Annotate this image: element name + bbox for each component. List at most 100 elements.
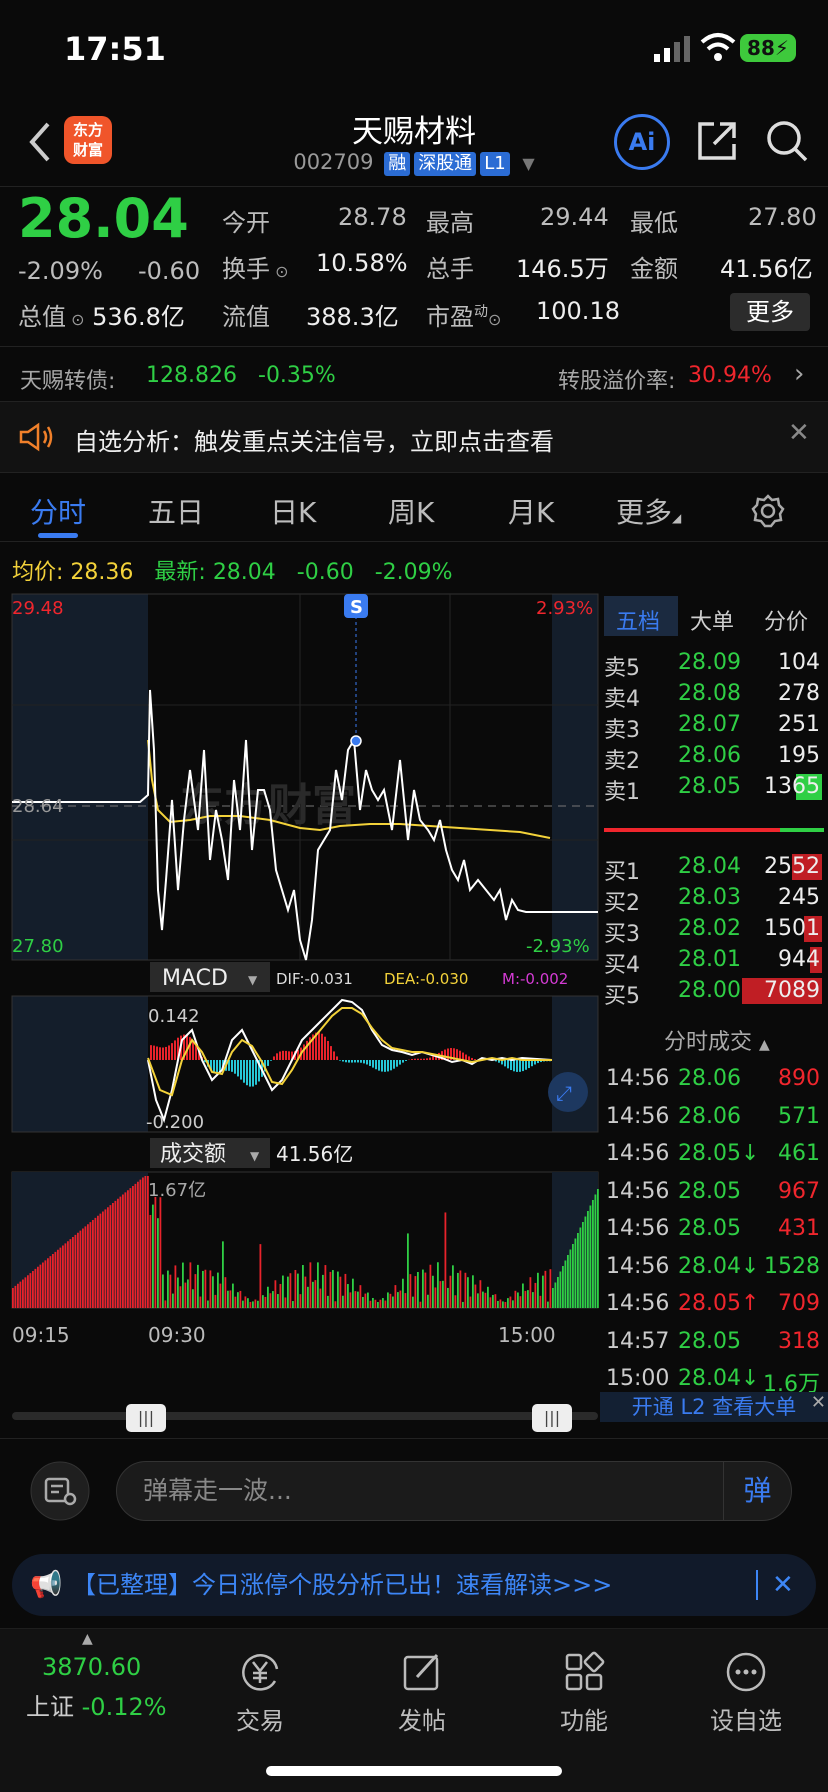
amount-bar: [569, 1249, 572, 1308]
tab-monthly[interactable]: 月K: [508, 491, 554, 531]
expand-icon: ⤢: [556, 1081, 572, 1105]
signal-label: S: [350, 597, 363, 618]
amount-bar: [184, 1282, 187, 1308]
amount-bar: [104, 1209, 107, 1308]
macd-bar: [333, 1051, 335, 1060]
danmu-settings-icon[interactable]: [30, 1461, 90, 1521]
volume-label: 总手: [426, 255, 474, 283]
amount-bar: [219, 1283, 222, 1308]
book-price: 28.00: [678, 978, 741, 1003]
ticks-title[interactable]: 分时成交 ▲: [664, 1024, 770, 1056]
ai-button[interactable]: Ai: [614, 114, 670, 170]
amount-bar: [149, 1214, 152, 1308]
low-label: 最低: [630, 209, 678, 237]
amount-bar: [174, 1265, 177, 1308]
open-value: 28.78: [338, 203, 407, 231]
amount-bar: [72, 1237, 74, 1308]
book-tab-pricedist[interactable]: 分价: [764, 604, 808, 636]
stock-code: 002709: [293, 150, 374, 174]
amount-bar: [217, 1272, 219, 1308]
macd-bar: [366, 1060, 368, 1065]
tick-row: 14:56 28.06 890: [604, 1062, 826, 1098]
range-handle-left[interactable]: |||: [126, 1404, 166, 1432]
macd-bar: [393, 1060, 395, 1069]
macd-bar: [462, 1052, 464, 1060]
macd-dea: DEA:-0.030: [384, 970, 468, 988]
axis-top-pct: 2.93%: [536, 598, 593, 619]
book-row-ask[interactable]: 卖1 28.05 1365: [604, 770, 826, 806]
nav-post[interactable]: 发帖: [362, 1629, 482, 1736]
time-range-track[interactable]: [12, 1412, 598, 1420]
amount-bar: [22, 1279, 24, 1308]
amount-bar: [64, 1243, 67, 1308]
amount-bar: [479, 1280, 482, 1308]
macd-bar: [513, 1060, 515, 1072]
danmu-input[interactable]: 弹幕走一波... 弹: [116, 1461, 792, 1521]
speaker-icon: [19, 422, 53, 452]
macd-bar: [273, 1056, 275, 1060]
signal-point[interactable]: [350, 735, 362, 747]
amount-bar: [204, 1269, 207, 1308]
macd-bar: [243, 1060, 245, 1083]
danmu-send-button[interactable]: 弹: [723, 1462, 791, 1520]
close-icon[interactable]: ✕: [772, 1554, 794, 1616]
amount-bar: [329, 1271, 332, 1308]
book-row-bid[interactable]: 买5 28.00 7089: [604, 974, 826, 1010]
mktcap-label: 总值: [18, 303, 66, 331]
tick-row: 14:56 28.06 571: [604, 1100, 826, 1136]
index-value[interactable]: 3870.60: [42, 1653, 141, 1681]
tab-intraday[interactable]: 分时: [30, 491, 86, 531]
macd-bar: [510, 1060, 512, 1071]
convertible-bond-bar[interactable]: 天赐转债: 128.826 -0.35% 转股溢价率: 30.94% ›: [0, 346, 828, 402]
book-tab-bigorder[interactable]: 大单: [690, 604, 734, 636]
promo-divider: [756, 1570, 758, 1600]
nav-trade[interactable]: 交易: [200, 1629, 320, 1736]
amount-bar: [262, 1295, 264, 1308]
nav-functions[interactable]: 功能: [524, 1629, 644, 1736]
macd-bar: [372, 1060, 374, 1068]
settings-gear-icon[interactable]: [750, 493, 786, 529]
tab-more[interactable]: 更多◢: [616, 491, 681, 531]
l2-upgrade-link[interactable]: 开通 L2 查看大单: [600, 1392, 828, 1422]
avg-label: 均价:: [12, 560, 64, 585]
promo-banner[interactable]: 📢 【已整理】今日涨停个股分析已出！速看解读>>> ✕: [12, 1554, 816, 1616]
amount-bar: [159, 1197, 162, 1308]
tick-volume: 431: [778, 1216, 820, 1241]
amount-bar: [437, 1262, 439, 1308]
share-icon[interactable]: [694, 118, 740, 164]
tick-price: 28.05: [678, 1178, 741, 1204]
tab-weekly[interactable]: 周K: [388, 491, 434, 531]
amount-bar: [87, 1224, 89, 1308]
time-axis-start: 09:15: [12, 1323, 70, 1347]
close-icon[interactable]: ✕: [788, 418, 810, 448]
close-icon[interactable]: ✕: [811, 1392, 826, 1413]
macd-bar: [303, 1044, 305, 1060]
info-icon[interactable]: ⊙: [270, 262, 288, 281]
amount-bar: [17, 1283, 19, 1308]
search-icon[interactable]: [764, 118, 810, 164]
amount-bar: [414, 1276, 417, 1308]
macd-bar: [465, 1054, 467, 1060]
macd-bar: [240, 1060, 242, 1080]
caret-down-icon: ▼: [250, 1149, 260, 1163]
intraday-chart[interactable]: 东方财富 S 29.48 28.64 27.80 2.93% -2.93% MA…: [0, 590, 600, 1420]
amount-bar: [307, 1286, 309, 1308]
more-button[interactable]: 更多: [730, 293, 810, 331]
tab-daily[interactable]: 日K: [270, 491, 316, 531]
amount-bar: [372, 1297, 374, 1308]
nav-add-watchlist[interactable]: 设自选: [686, 1629, 806, 1736]
bond-pct: -0.35%: [258, 363, 336, 388]
book-tab-level5[interactable]: 五档: [616, 604, 660, 636]
premium-value: 30.94%: [688, 363, 772, 388]
bid-ask-ratio-bar: [604, 828, 824, 832]
range-handle-right[interactable]: |||: [532, 1404, 572, 1432]
amount-bar: [59, 1247, 62, 1308]
info-icon[interactable]: ⊙: [488, 310, 501, 329]
analysis-notice[interactable]: 自选分析：触发重点关注信号，立即点击查看 ✕: [0, 402, 828, 472]
tick-time: 15:00: [606, 1366, 670, 1391]
megaphone-icon: 📢: [30, 1570, 63, 1600]
info-icon[interactable]: ⊙: [66, 310, 84, 329]
amount-bar: [549, 1269, 552, 1308]
amount-bar: [29, 1273, 32, 1308]
tab-5day[interactable]: 五日: [148, 491, 204, 531]
